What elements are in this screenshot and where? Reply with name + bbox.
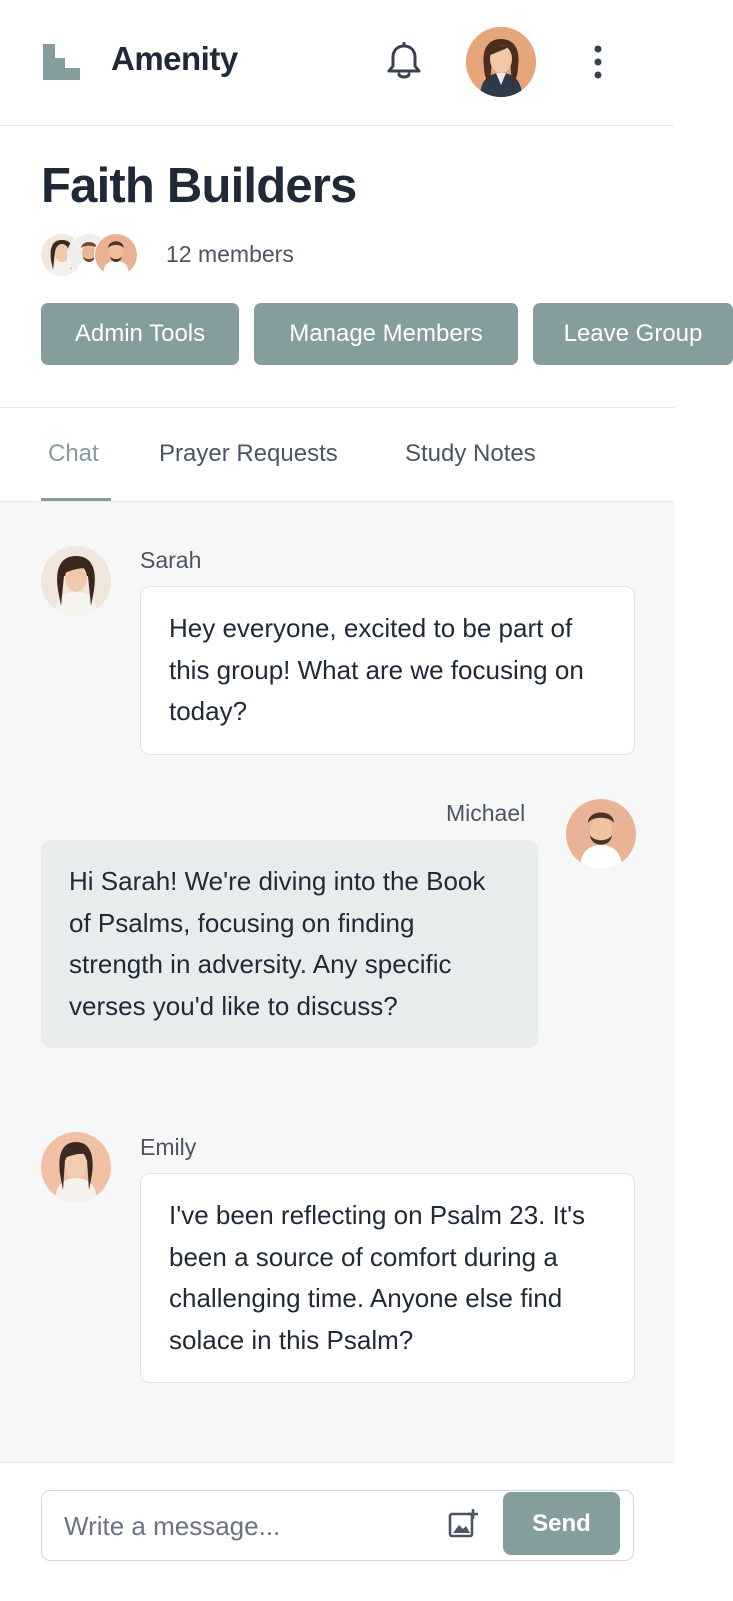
tab-study-notes[interactable]: Study Notes	[405, 440, 536, 468]
tab-chat[interactable]: Chat	[48, 440, 99, 468]
members-count: 12 members	[166, 241, 294, 267]
member-avatar-stack[interactable]	[40, 233, 144, 277]
message-bubble: I've been reflecting on Psalm 23. It's b…	[140, 1173, 635, 1383]
message-bubble: Hey everyone, excited to be part of this…	[140, 586, 635, 755]
send-button[interactable]: Send	[503, 1492, 620, 1555]
app-name: Amenity	[111, 40, 238, 77]
tab-prayer-requests[interactable]: Prayer Requests	[159, 440, 338, 468]
sender-avatar-emily[interactable]	[41, 1132, 111, 1202]
message-composer: Send	[41, 1490, 634, 1561]
sender-name: Michael	[446, 800, 526, 826]
message-input[interactable]	[62, 1491, 416, 1561]
more-vertical-icon[interactable]	[588, 44, 608, 80]
tab-bar: Chat Prayer Requests Study Notes	[0, 408, 674, 502]
sender-name: Sarah	[140, 547, 202, 573]
bell-icon[interactable]	[386, 42, 422, 82]
leave-group-button[interactable]: Leave Group	[533, 303, 733, 365]
profile-avatar[interactable]	[466, 27, 536, 97]
top-app-bar: Amenity	[0, 0, 674, 126]
sender-name: Emily	[140, 1134, 197, 1160]
member-avatar	[94, 233, 138, 277]
sender-avatar-sarah[interactable]	[41, 546, 111, 616]
message-bubble: Hi Sarah! We're diving into the Book of …	[41, 840, 538, 1048]
admin-tools-button[interactable]: Admin Tools	[41, 303, 239, 365]
active-tab-indicator	[41, 498, 111, 501]
add-image-icon[interactable]	[447, 1508, 479, 1540]
composer-bar: Send	[0, 1462, 674, 1601]
manage-members-button[interactable]: Manage Members	[254, 303, 518, 365]
app-panel: Amenity Faith Builders 12 members Admin …	[0, 0, 733, 1601]
group-title: Faith Builders	[41, 159, 357, 213]
chat-thread[interactable]: Sarah Hey everyone, excited to be part o…	[0, 502, 674, 1462]
sender-avatar-michael[interactable]	[566, 799, 636, 869]
stairs-logo-icon	[43, 44, 80, 80]
